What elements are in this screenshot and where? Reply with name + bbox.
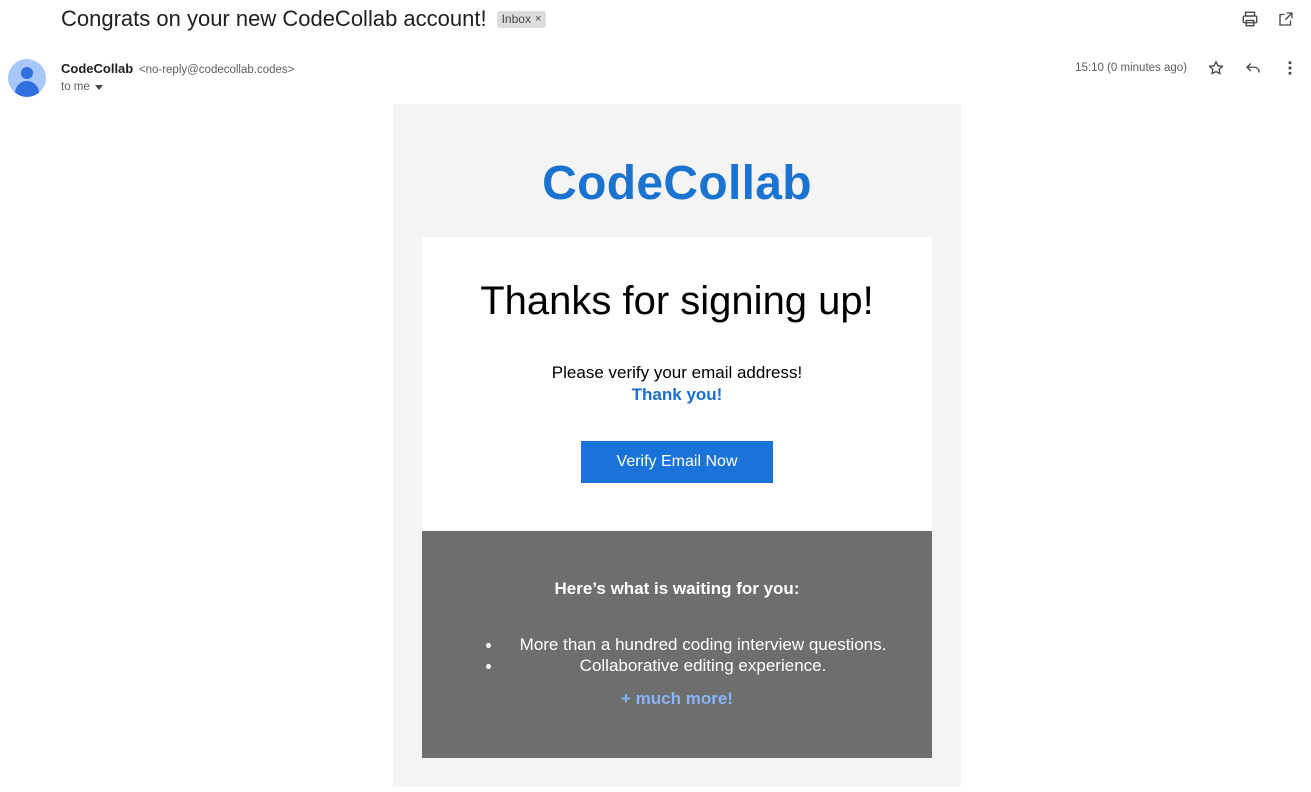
- avatar-icon[interactable]: [8, 59, 46, 97]
- subject-row: Congrats on your new CodeCollab account!…: [61, 6, 547, 32]
- headline: Thanks for signing up!: [480, 279, 874, 323]
- open-in-new-window-icon[interactable]: [1277, 10, 1295, 28]
- sender-name[interactable]: CodeCollab: [61, 61, 133, 76]
- remove-label-button[interactable]: ×: [535, 13, 541, 25]
- avatar-head: [21, 67, 33, 79]
- recipient-label: to me: [61, 81, 90, 93]
- list-item: More than a hundred coding interview que…: [422, 634, 932, 655]
- list-item: Collaborative editing experience.: [422, 655, 932, 676]
- verify-email-button[interactable]: Verify Email Now: [581, 441, 773, 483]
- features-section: Here’s what is waiting for you: More tha…: [422, 531, 932, 758]
- inbox-label-chip[interactable]: Inbox ×: [496, 10, 547, 28]
- verify-message: Please verify your email address!: [551, 363, 803, 382]
- reply-icon[interactable]: [1244, 59, 1262, 77]
- welcome-card: Thanks for signing up! Please verify you…: [422, 237, 932, 532]
- brand-logo: CodeCollab: [542, 157, 812, 210]
- message-meta: 15:10 (0 minutes ago): [1075, 59, 1299, 77]
- email-body: CodeCollab Thanks for signing up! Please…: [393, 104, 961, 787]
- thank-you-text: Thank you!: [631, 385, 723, 404]
- more-vertical-icon[interactable]: [1281, 59, 1299, 77]
- features-title: Here’s what is waiting for you:: [554, 579, 800, 598]
- sender-info: CodeCollab <no-reply@codecollab.codes>: [61, 61, 294, 76]
- print-icon[interactable]: [1241, 10, 1259, 28]
- avatar-body: [15, 81, 39, 97]
- feature-list: More than a hundred coding interview que…: [422, 634, 932, 676]
- sender-email: <no-reply@codecollab.codes>: [138, 64, 295, 76]
- top-actions: [1241, 10, 1295, 28]
- email-subject: Congrats on your new CodeCollab account!: [61, 6, 487, 31]
- more-link[interactable]: + much more!: [422, 689, 932, 709]
- timestamp: 15:10 (0 minutes ago): [1075, 62, 1187, 74]
- star-icon[interactable]: [1207, 59, 1225, 77]
- chevron-down-icon: [94, 84, 103, 90]
- inbox-label-text: Inbox: [501, 11, 531, 26]
- recipient-details-toggle[interactable]: to me: [61, 81, 103, 93]
